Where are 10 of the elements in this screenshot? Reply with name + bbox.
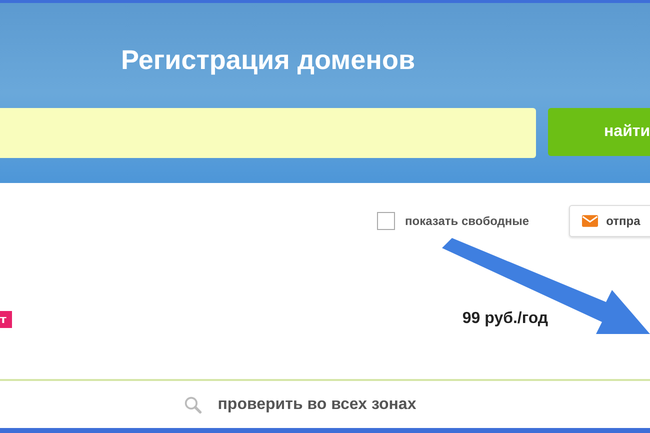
check-all-zones-link[interactable]: проверить во всех зонах [218, 396, 416, 414]
checkbox-label: показать свободные [405, 214, 530, 228]
price-text: 99 руб./год [462, 310, 548, 328]
search-icon [184, 396, 202, 414]
domain-input-field[interactable] [0, 108, 536, 158]
send-button[interactable]: отпра [569, 205, 650, 237]
ribbon-tag: т [0, 310, 12, 328]
envelope-icon [582, 215, 598, 227]
checkbox[interactable] [377, 212, 395, 230]
page-title: Регистрация доменов [121, 44, 416, 77]
